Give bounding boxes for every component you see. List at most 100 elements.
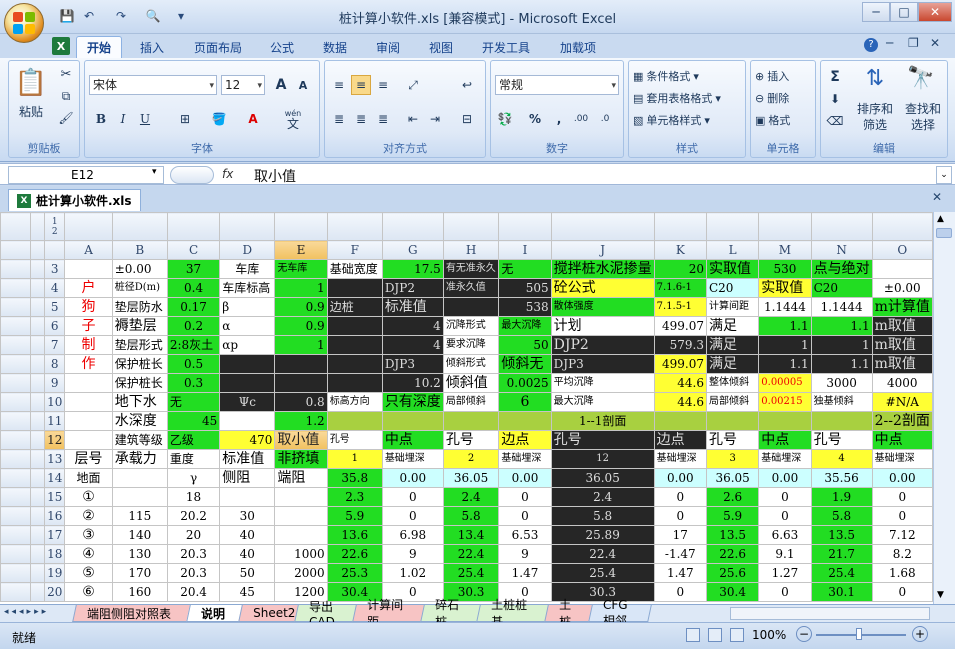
ribbon-minimize-icon[interactable]: ─ [886, 36, 893, 50]
scroll-down-icon[interactable]: ▼ [937, 590, 944, 600]
ribbon-restore-icon[interactable]: ❐ [908, 36, 919, 50]
help-icon[interactable]: ? [864, 38, 878, 52]
cell-m11[interactable] [758, 411, 812, 431]
vertical-scrollbar[interactable]: ▲ ▼ [933, 212, 955, 604]
cell-l19[interactable]: 25.6 [705, 563, 760, 583]
tab-view[interactable]: 视图 [419, 36, 463, 58]
cell-c20[interactable]: 20.4 [166, 582, 221, 602]
cell-k17[interactable]: 17 [653, 525, 707, 545]
cell-j7[interactable]: DJP2 [550, 335, 655, 355]
increase-decimal-button[interactable]: .00 [571, 109, 591, 129]
row-header-11[interactable]: 11 [44, 411, 66, 431]
cell-f13[interactable]: 1 [326, 449, 383, 469]
cell-k14[interactable]: 0.00 [653, 468, 707, 488]
cell-m7[interactable]: 1 [758, 335, 812, 355]
name-box[interactable]: E12 [8, 166, 164, 184]
cell-h14[interactable]: 36.05 [442, 468, 500, 488]
cell-n13[interactable]: 4 [810, 449, 873, 469]
row-header-5[interactable]: 5 [44, 297, 66, 317]
cell-e17[interactable] [274, 525, 328, 545]
delete-cells-button[interactable]: ⊖ 删除 [755, 89, 789, 107]
cell-e12[interactable]: 取小值 [274, 430, 328, 450]
tab-home[interactable]: 开始 [76, 36, 123, 58]
cell-j10[interactable]: 最大沉降 [550, 392, 655, 412]
qat-customize-icon[interactable]: ▾ [172, 7, 190, 25]
merge-center-icon[interactable]: ⊟ [457, 109, 477, 129]
cell-g5[interactable]: 标准值 [381, 297, 444, 317]
cell-d8[interactable] [219, 354, 276, 374]
cell-k9[interactable]: 44.6 [653, 373, 707, 393]
cell-d7[interactable]: αp [219, 335, 276, 355]
column-header-k[interactable]: K [653, 240, 707, 260]
row-header-12[interactable]: 12 [44, 430, 66, 450]
cell-b6[interactable]: 褥垫层 [111, 316, 168, 336]
zoom-in-icon[interactable]: + [912, 626, 928, 642]
cell-b16[interactable]: 115 [111, 506, 168, 526]
cell-m20[interactable]: 0 [758, 582, 812, 602]
row-outline-levels[interactable] [0, 240, 32, 260]
cell-f6[interactable] [326, 316, 383, 336]
cell-k11[interactable] [653, 411, 707, 431]
cell-m8[interactable]: 1.1 [758, 354, 812, 374]
cell-f5[interactable]: 边桩 [326, 297, 383, 317]
row-header-17[interactable]: 17 [44, 525, 66, 545]
cell-k13[interactable]: 基础埋深 [653, 449, 707, 469]
print-preview-icon[interactable]: 🔍 [144, 7, 162, 25]
cell-b20[interactable]: 160 [111, 582, 168, 602]
cell-n15[interactable]: 1.9 [810, 487, 873, 507]
cell-c11[interactable]: 45 [166, 411, 221, 431]
fill-color-icon[interactable]: 🪣 [209, 109, 229, 129]
cell-k5[interactable]: 7.1.5-1 [653, 297, 707, 317]
cell-h9[interactable]: 倾斜值 [442, 373, 500, 393]
cell-o20[interactable]: 0 [871, 582, 933, 602]
cell-i8[interactable]: 倾斜无 [498, 354, 552, 374]
outline-level-1[interactable]: 1 [52, 217, 58, 227]
sheet-nav-icon[interactable]: ◂◂◂▸▸▸ [4, 607, 49, 617]
cell-l5[interactable]: 计算间距 [705, 297, 760, 317]
cell-l7[interactable]: 满足 [705, 335, 760, 355]
cell-i14[interactable]: 0.00 [498, 468, 552, 488]
cell-k6[interactable]: 499.07 [653, 316, 707, 336]
cell-n3[interactable]: 点与绝对 [810, 259, 873, 279]
row-header-13[interactable]: 13 [44, 449, 66, 469]
cell-h15[interactable]: 2.4 [442, 487, 500, 507]
cell-l6[interactable]: 满足 [705, 316, 760, 336]
cell-j16[interactable]: 5.8 [550, 506, 655, 526]
cell-b5[interactable]: 垫层防水 [111, 297, 168, 317]
cell-k18[interactable]: -1.47 [653, 544, 707, 564]
cell-h7[interactable]: 要求沉降 [442, 335, 500, 355]
cell-k16[interactable]: 0 [653, 506, 707, 526]
cell-i4[interactable]: 505 [498, 278, 552, 298]
conditional-format-button[interactable]: ▦ 条件格式 ▾ [633, 67, 699, 85]
cell-n17[interactable]: 13.5 [810, 525, 873, 545]
cell-a15[interactable]: ① [64, 487, 113, 507]
row-header-6[interactable]: 6 [44, 316, 66, 336]
cell-m18[interactable]: 9.1 [758, 544, 812, 564]
column-header-n[interactable]: N [810, 240, 873, 260]
workbook-tab[interactable]: X 桩计算小软件.xls [8, 189, 141, 211]
cell-e13[interactable]: 非挤填 [274, 449, 328, 469]
cell-e10[interactable]: 0.8 [274, 392, 328, 412]
cell-j11[interactable]: 1--1剖面 [550, 411, 655, 431]
align-bottom-icon[interactable]: ≡ [373, 75, 393, 95]
cell-b3[interactable]: ±0.00 [111, 259, 168, 279]
cell-a11[interactable] [64, 411, 113, 431]
cell-n10[interactable]: 独基倾斜 [810, 392, 873, 412]
column-header-e[interactable]: E [274, 240, 328, 260]
cell-g8[interactable]: DJP3 [381, 354, 444, 374]
cell-d13[interactable]: 标准值 [219, 449, 276, 469]
cell-g16[interactable]: 0 [381, 506, 444, 526]
cell-f10[interactable]: 标高方向 [326, 392, 383, 412]
expand-formula-icon[interactable]: ⌄ [936, 166, 952, 184]
cell-a16[interactable]: ② [64, 506, 113, 526]
cell-h19[interactable]: 25.4 [442, 563, 500, 583]
horizontal-scrollbar[interactable] [730, 607, 930, 620]
cell-n14[interactable]: 35.56 [810, 468, 873, 488]
cell-b9[interactable]: 保护桩长 [111, 373, 168, 393]
column-header-m[interactable]: M [758, 240, 812, 260]
cell-o13[interactable]: 基础埋深 [871, 449, 933, 469]
cell-k7[interactable]: 579.3 [653, 335, 707, 355]
cell-d10[interactable]: Ψc [219, 392, 276, 412]
column-header-d[interactable]: D [219, 240, 276, 260]
cell-c9[interactable]: 0.3 [166, 373, 221, 393]
